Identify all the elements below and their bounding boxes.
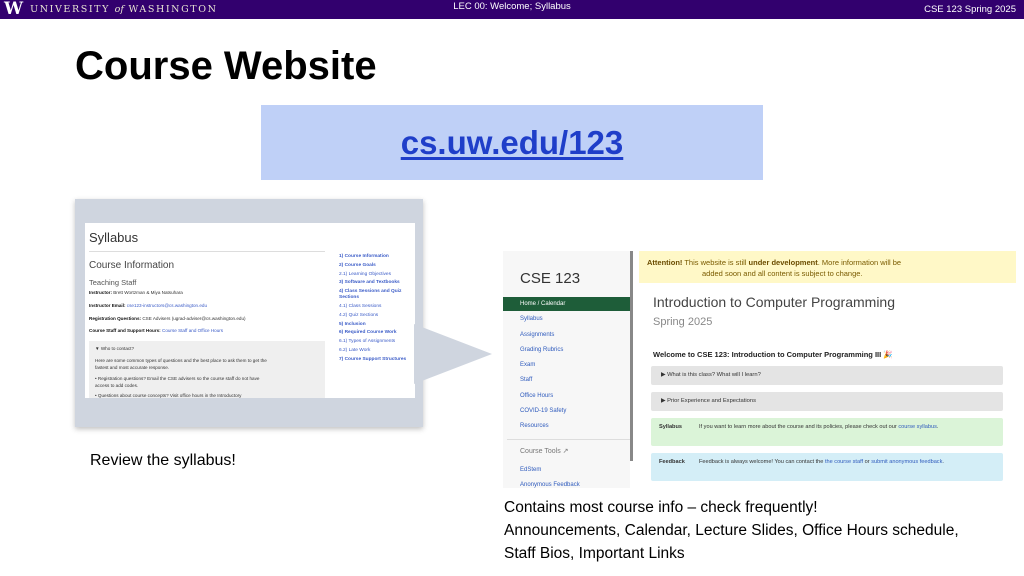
website-subtitle: Spring 2025 [653,316,713,328]
website-main: Attention! This website is still under d… [639,251,1016,488]
syllabus-subsection-title: Teaching Staff [89,278,137,287]
sidebar-scrollbar[interactable] [630,251,633,461]
syllabus-info-line: Registration Questions: CSE Advisers (ug… [89,316,246,321]
website-title: Introduction to Computer Programming [653,294,895,310]
toc-item[interactable]: 2) Course Goals [339,263,413,269]
url-banner: cs.uw.edu/123 [261,105,763,180]
toc-item[interactable]: 6) Required Course Work [339,330,413,336]
page-title: Course Website [75,44,377,88]
box-title: ▼ Who to contact? [95,346,135,351]
nav-item-assignments[interactable]: Assignments [503,328,630,342]
box-line: Here are some common types of questions … [95,358,267,363]
callout-arrow [414,324,492,384]
syllabus-callout: Syllabus If you want to learn more about… [651,418,1003,446]
welcome-heading: Welcome to CSE 123: Introduction to Comp… [653,350,893,359]
syllabus-page: Syllabus Course Information Teaching Sta… [85,223,415,398]
feedback-callout: Feedback Feedback is always welcome! You… [651,453,1003,481]
details-what-is-class[interactable]: ▶ What is this class? What will I learn? [651,366,1003,385]
box-line: • Registration questions? Email the CSE … [95,376,260,381]
toc-item[interactable]: 6.2) Late Work [339,348,413,354]
syllabus-info-line: Instructor: Brett Wortzman & Miya Natsuh… [89,290,183,295]
attention-banner: Attention! This website is still under d… [639,251,1016,283]
toc-item[interactable]: 7) Course Support Structures [339,357,413,363]
website-screenshot: CSE 123 Home / Calendar Syllabus Assignm… [503,251,1016,488]
nav-item-office-hours[interactable]: Office Hours [503,389,630,403]
nav-item-home-calendar[interactable]: Home / Calendar [503,297,630,311]
syllabus-info-line: Course Staff and Support Hours: Course S… [89,328,224,333]
syllabus-section-title: Course Information [89,260,175,271]
toc-item[interactable]: 2.1) Learning Objectives [339,272,413,278]
nav-item-edstem[interactable]: EdStem [503,463,630,477]
slide: W UNIVERSITY of WASHINGTON LEC 00: Welco… [0,0,1024,576]
toc-item[interactable]: 5) Inclusion [339,322,413,328]
details-prior-experience[interactable]: ▶ Prior Experience and Expectations [651,392,1003,411]
nav-item-grading-rubrics[interactable]: Grading Rubrics [503,343,630,357]
website-logo[interactable]: CSE 123 [520,270,580,287]
course-url-link[interactable]: cs.uw.edu/123 [401,124,624,162]
nav-item-exam[interactable]: Exam [503,358,630,372]
syllabus-screenshot: Syllabus Course Information Teaching Sta… [75,199,423,427]
course-label: CSE 123 Spring 2025 [924,4,1016,15]
box-line: • Questions about course concepts? Visit… [95,393,242,398]
website-sidebar: CSE 123 Home / Calendar Syllabus Assignm… [503,251,630,488]
nav-divider [507,439,630,440]
syllabus-caption: Review the syllabus! [90,452,236,469]
syllabus-info-line: Instructor Email: cse123-instructors@cs.… [89,303,208,308]
website-caption: Contains most course info – check freque… [504,499,959,562]
toc-item[interactable]: 4.1) Class Sessions [339,304,413,310]
nav-group-course-tools: Course Tools ↗ [520,448,569,455]
toc-item[interactable]: 6.1) Types of Assignments [339,339,413,345]
nav-item-anonymous-feedback[interactable]: Anonymous Feedback [503,478,630,488]
toc-item[interactable]: 4.2) Quiz Sections [339,313,413,319]
syllabus-toc: 1) Course Information 2) Course Goals 2.… [339,254,413,366]
nav-item-syllabus[interactable]: Syllabus [503,312,630,326]
box-line: access to add codes. [95,383,139,388]
lecture-title: LEC 00: Welcome; Syllabus [453,1,571,12]
who-to-contact-box: ▼ Who to contact? Here are some common t… [89,341,325,398]
toc-item[interactable]: 3) Software and Textbooks [339,280,413,286]
nav-item-staff[interactable]: Staff [503,373,630,387]
box-line: fastest and most accurate response. [95,365,170,370]
syllabus-heading: Syllabus [89,230,139,245]
nav-item-covid-safety[interactable]: COVID-19 Safety [503,404,630,418]
divider [89,251,325,252]
header-bar: W UNIVERSITY of WASHINGTON LEC 00: Welco… [0,0,1024,19]
nav-item-resources[interactable]: Resources [503,419,630,433]
toc-item[interactable]: 4) Class Sessions and Quiz Sections [339,289,413,301]
toc-item[interactable]: 1) Course Information [339,254,413,260]
